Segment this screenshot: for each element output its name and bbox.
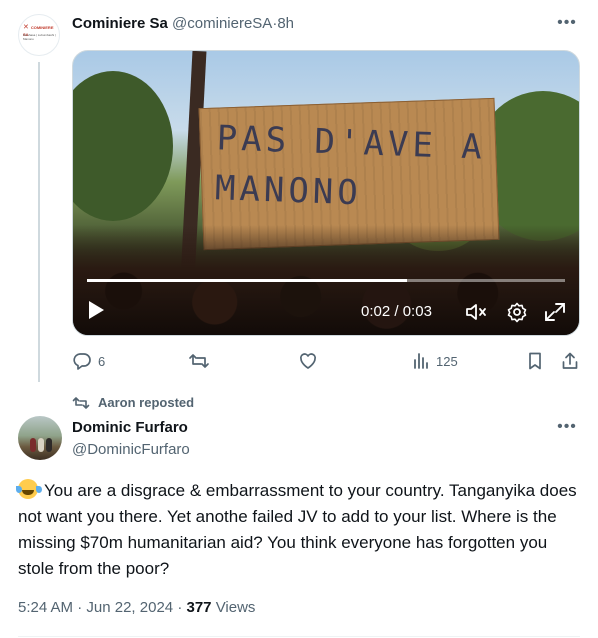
logo-tagline: Kinshasa | Lubumbashi | Manono <box>23 33 56 41</box>
repost-indicator[interactable]: Aaron reposted <box>72 395 194 411</box>
views-count: 125 <box>436 353 458 369</box>
avatar[interactable] <box>18 416 62 460</box>
views-button[interactable]: 125 <box>412 348 458 374</box>
avatar-figure <box>46 438 52 452</box>
like-button[interactable] <box>298 348 324 374</box>
video-progress-bar[interactable] <box>87 279 565 282</box>
video-timecode: 0:02 / 0:03 <box>361 303 432 321</box>
tweet-text: You are a disgrace & embarrassment to yo… <box>16 478 578 582</box>
author-name[interactable]: Dominic Furfaro <box>72 418 188 438</box>
play-icon[interactable] <box>89 301 104 319</box>
reposted-by-text: Aaron reposted <box>98 395 195 410</box>
separator-dot: · <box>177 599 183 616</box>
tears-of-joy-emoji-icon <box>16 479 38 499</box>
author-handle[interactable]: @cominiereSA <box>172 15 272 32</box>
sign-text: PAS D'AVE A MANONO <box>214 118 487 214</box>
reply-icon <box>72 351 92 371</box>
bookmark-icon <box>526 351 544 371</box>
author-handle[interactable]: @DominicFurfaro <box>72 440 190 460</box>
more-icon[interactable]: ••• <box>556 419 578 441</box>
time-separator: / <box>390 303 403 320</box>
avatar-figure <box>30 438 36 452</box>
video-progress-fill <box>87 279 408 282</box>
more-icon[interactable]: ••• <box>556 15 578 37</box>
tweet-actions: 6 125 <box>72 348 580 374</box>
divider <box>18 636 580 637</box>
views-icon <box>412 351 430 371</box>
post-time[interactable]: 5:24 AM <box>18 599 73 616</box>
avatar[interactable]: ✕ COMINIERE SA Kinshasa | Lubumbashi | M… <box>18 14 60 56</box>
settings-icon[interactable] <box>505 301 529 323</box>
share-button[interactable] <box>560 348 580 374</box>
fullscreen-icon[interactable] <box>543 301 567 323</box>
tree-shape <box>73 71 173 221</box>
retweet-icon <box>72 395 90 411</box>
like-icon <box>298 351 318 371</box>
reply-button[interactable]: 6 <box>72 348 105 374</box>
avatar-figure <box>38 438 44 452</box>
thread-connector-line <box>38 62 40 382</box>
tweet-metadata: 5:24 AM · Jun 22, 2024 · 377 Views <box>18 598 255 618</box>
views-number: 377 <box>186 599 212 616</box>
separator-dot: · <box>77 599 83 616</box>
views-label: Views <box>215 599 256 616</box>
tweet-header: Cominiere Sa @cominiereSA·8h <box>72 14 294 34</box>
duration: 0:03 <box>402 303 432 320</box>
author-name[interactable]: Cominiere Sa <box>72 15 168 32</box>
video-player[interactable]: PAS D'AVE A MANONO 0:02 / 0:03 <box>72 50 580 336</box>
bookmark-button[interactable] <box>526 348 544 374</box>
tweet-text-content: You are a disgrace & embarrassment to yo… <box>18 481 577 578</box>
post-date[interactable]: Jun 22, 2024 <box>86 599 173 616</box>
current-time: 0:02 <box>361 303 391 320</box>
mute-icon[interactable] <box>465 301 489 323</box>
retweet-button[interactable] <box>188 348 216 374</box>
retweet-icon <box>188 351 210 371</box>
timestamp[interactable]: 8h <box>277 15 294 32</box>
share-icon <box>560 351 580 371</box>
reply-count: 6 <box>98 353 106 369</box>
